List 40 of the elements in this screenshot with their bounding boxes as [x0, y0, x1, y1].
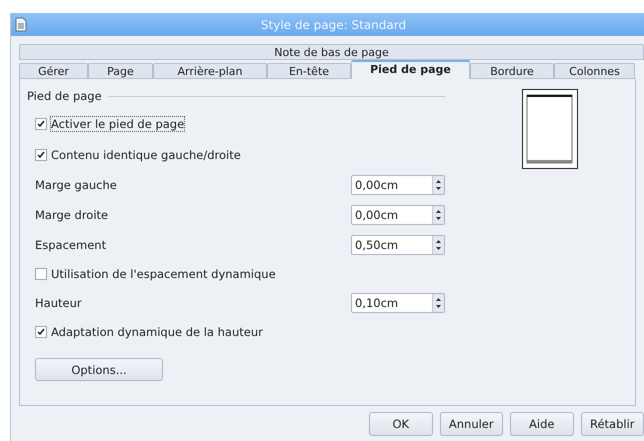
field-label: Hauteur [35, 296, 82, 310]
tab[interactable]: Page [88, 63, 153, 79]
spin-box[interactable]: 0,50cm [351, 234, 445, 254]
checkbox-label: Contenu identique gauche/droite [51, 148, 241, 162]
spin-field[interactable]: 0,10cm [352, 294, 432, 312]
stepper-icon[interactable] [432, 176, 444, 194]
spin-field[interactable]: 0,50cm [352, 236, 432, 254]
checkbox[interactable] [35, 326, 47, 338]
checkbox[interactable] [35, 148, 47, 160]
tab[interactable]: Colonnes [554, 63, 635, 79]
window-title: Style de page: Standard [260, 18, 408, 32]
tab[interactable]: Pied de page [351, 60, 470, 79]
spin-box[interactable]: 0,00cm [351, 204, 445, 224]
group-title: Pied de page [27, 89, 102, 103]
stepper-icon[interactable] [432, 236, 444, 254]
spin-field[interactable]: 0,00cm [352, 206, 432, 224]
stepper-icon[interactable] [432, 206, 444, 224]
stepper-icon[interactable] [432, 294, 444, 312]
tab[interactable]: Bordure [470, 63, 554, 79]
field-label: Espacement [35, 238, 106, 252]
field-label: Marge gauche [35, 178, 117, 192]
dialog-button[interactable]: Annuler [440, 412, 503, 436]
spin-box[interactable]: 0,10cm [351, 292, 445, 312]
checkbox-label: Utilisation de l'espacement dynamique [51, 266, 276, 280]
document-icon [15, 17, 27, 32]
field-label: Marge droite [35, 208, 108, 222]
checkbox-label: Activer le pied de page [51, 117, 184, 131]
tab[interactable]: Note de bas de page [19, 44, 644, 60]
dialog-button[interactable]: OK [369, 412, 432, 436]
tab[interactable]: Arrière-plan [153, 63, 267, 79]
checkbox-label: Adaptation dynamique de la hauteur [51, 324, 263, 338]
tab[interactable]: En-tête [267, 63, 351, 79]
tab[interactable]: Gérer [19, 63, 88, 79]
dialog-button[interactable]: Aide [510, 412, 574, 436]
spin-field[interactable]: 0,00cm [352, 176, 432, 194]
checkbox[interactable] [35, 268, 47, 280]
options-button[interactable]: Options... [35, 358, 163, 381]
dialog-button[interactable]: Rétablir [580, 412, 644, 436]
checkbox[interactable] [35, 118, 47, 130]
spin-box[interactable]: 0,00cm [351, 174, 445, 194]
